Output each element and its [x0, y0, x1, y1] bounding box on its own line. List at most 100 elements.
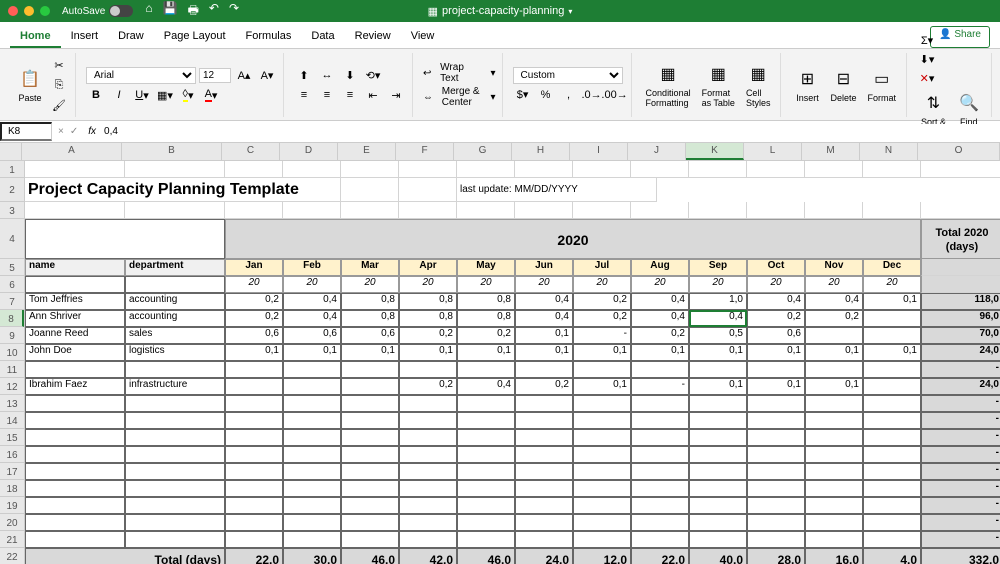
month-header-Oct[interactable]: Oct — [747, 259, 805, 276]
enter-icon[interactable]: ✓ — [70, 126, 78, 137]
data-15-3[interactable] — [399, 429, 457, 446]
name-box[interactable] — [0, 122, 52, 141]
data-17-3[interactable] — [399, 463, 457, 480]
month-header-Nov[interactable]: Nov — [805, 259, 863, 276]
data-7-8[interactable]: 1,0 — [689, 293, 747, 310]
data-11-0[interactable] — [225, 361, 283, 378]
cell-D1[interactable] — [283, 161, 341, 178]
data-9-0[interactable]: 0,6 — [225, 327, 283, 344]
column-header-B[interactable]: B — [122, 143, 222, 160]
cell-M1[interactable] — [805, 161, 863, 178]
data-18-9[interactable] — [747, 480, 805, 497]
data-14-1[interactable] — [283, 412, 341, 429]
data-20-10[interactable] — [805, 514, 863, 531]
data-17-7[interactable] — [631, 463, 689, 480]
cell-A1[interactable] — [25, 161, 125, 178]
row-total-12[interactable]: 24,0 — [921, 378, 1000, 395]
dept-17[interactable] — [125, 463, 225, 480]
days-0[interactable]: 20 — [225, 276, 283, 293]
column-header-G[interactable]: G — [454, 143, 512, 160]
dept-20[interactable] — [125, 514, 225, 531]
data-7-7[interactable]: 0,4 — [631, 293, 689, 310]
column-header-L[interactable]: L — [744, 143, 802, 160]
name-17[interactable] — [25, 463, 125, 480]
month-header-May[interactable]: May — [457, 259, 515, 276]
dept-18[interactable] — [125, 480, 225, 497]
data-8-10[interactable]: 0,2 — [805, 310, 863, 327]
row-total-14[interactable]: - — [921, 412, 1000, 429]
data-8-3[interactable]: 0,8 — [399, 310, 457, 327]
days-9[interactable]: 20 — [747, 276, 805, 293]
data-14-8[interactable] — [689, 412, 747, 429]
data-18-4[interactable] — [457, 480, 515, 497]
name-7[interactable]: Tom Jeffries — [25, 293, 125, 310]
days-8[interactable]: 20 — [689, 276, 747, 293]
data-17-2[interactable] — [341, 463, 399, 480]
data-9-10[interactable] — [805, 327, 863, 344]
format-cells-button[interactable]: ▭Format — [863, 65, 900, 105]
col-total-6[interactable]: 12,0 — [573, 548, 631, 564]
data-10-3[interactable]: 0,1 — [399, 344, 457, 361]
blank-header[interactable] — [25, 219, 225, 259]
data-10-6[interactable]: 0,1 — [573, 344, 631, 361]
cell-J3[interactable] — [631, 202, 689, 219]
italic-button[interactable]: I — [109, 86, 129, 104]
data-20-11[interactable] — [863, 514, 921, 531]
data-20-8[interactable] — [689, 514, 747, 531]
align-right-button[interactable]: ≡ — [340, 86, 360, 104]
total-days-label[interactable]: Total (days) — [25, 548, 225, 564]
row-total-10[interactable]: 24,0 — [921, 344, 1000, 361]
underline-button[interactable]: U▾ — [132, 86, 152, 104]
data-15-6[interactable] — [573, 429, 631, 446]
grand-total[interactable]: 332,0 — [921, 548, 1000, 564]
align-center-button[interactable]: ≡ — [317, 86, 337, 104]
data-10-2[interactable]: 0,1 — [341, 344, 399, 361]
data-7-2[interactable]: 0,8 — [341, 293, 399, 310]
data-16-9[interactable] — [747, 446, 805, 463]
tab-page-layout[interactable]: Page Layout — [154, 26, 236, 48]
cell-E1[interactable] — [341, 161, 399, 178]
row-total-19[interactable]: - — [921, 497, 1000, 514]
row-total-17[interactable]: - — [921, 463, 1000, 480]
data-19-11[interactable] — [863, 497, 921, 514]
cell-F3[interactable] — [399, 202, 457, 219]
col-total-10[interactable]: 16,0 — [805, 548, 863, 564]
row-total-13[interactable]: - — [921, 395, 1000, 412]
data-12-8[interactable]: 0,1 — [689, 378, 747, 395]
home-icon[interactable]: ⌂ — [145, 1, 152, 22]
clear-button[interactable]: ✕▾ — [917, 69, 937, 87]
data-15-4[interactable] — [457, 429, 515, 446]
tab-formulas[interactable]: Formulas — [236, 26, 302, 48]
data-20-5[interactable] — [515, 514, 573, 531]
data-20-6[interactable] — [573, 514, 631, 531]
data-10-1[interactable]: 0,1 — [283, 344, 341, 361]
col-total-5[interactable]: 24,0 — [515, 548, 573, 564]
cell-C3[interactable] — [225, 202, 283, 219]
paste-button[interactable]: 📋 Paste — [14, 65, 46, 105]
cell-O1[interactable] — [921, 161, 1000, 178]
column-header-C[interactable]: C — [222, 143, 280, 160]
data-21-8[interactable] — [689, 531, 747, 548]
data-7-1[interactable]: 0,4 — [283, 293, 341, 310]
data-16-4[interactable] — [457, 446, 515, 463]
data-21-6[interactable] — [573, 531, 631, 548]
data-16-7[interactable] — [631, 446, 689, 463]
dept-16[interactable] — [125, 446, 225, 463]
data-21-0[interactable] — [225, 531, 283, 548]
data-11-3[interactable] — [399, 361, 457, 378]
insert-cells-button[interactable]: ⊞Insert — [791, 65, 823, 105]
cell[interactable] — [341, 178, 399, 202]
name-14[interactable] — [25, 412, 125, 429]
data-9-1[interactable]: 0,6 — [283, 327, 341, 344]
dept-14[interactable] — [125, 412, 225, 429]
dept-10[interactable]: logistics — [125, 344, 225, 361]
dept-21[interactable] — [125, 531, 225, 548]
data-7-3[interactable]: 0,8 — [399, 293, 457, 310]
data-18-1[interactable] — [283, 480, 341, 497]
row-header-1[interactable]: 1 — [0, 161, 24, 178]
data-16-11[interactable] — [863, 446, 921, 463]
row-total-7[interactable]: 118,0 — [921, 293, 1000, 310]
name-20[interactable] — [25, 514, 125, 531]
data-9-5[interactable]: 0,1 — [515, 327, 573, 344]
data-7-5[interactable]: 0,4 — [515, 293, 573, 310]
